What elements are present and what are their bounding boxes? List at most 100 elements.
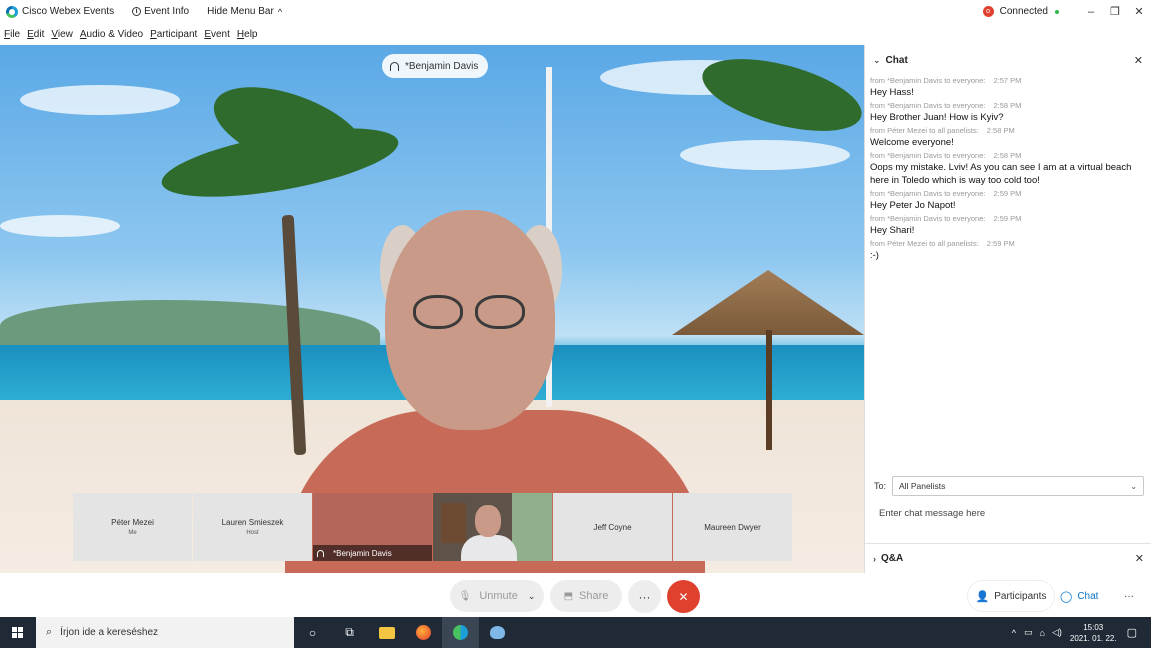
chat-header[interactable]: ⌄ Chat ✕ xyxy=(865,45,1151,75)
minimize-button[interactable]: – xyxy=(1079,6,1103,18)
participant-tile[interactable]: Péter Mezei Me xyxy=(73,493,192,561)
message-time: 2:58 PM xyxy=(993,151,1022,160)
end-meeting-button[interactable]: ✕ xyxy=(667,580,700,613)
chat-message: from *Benjamin Davis to everyone: 2:59 PM… xyxy=(865,188,1151,212)
message-text: Hey Shari! xyxy=(870,225,915,236)
message-text: Hey Hass! xyxy=(870,87,914,98)
connection-status-icon[interactable]: o xyxy=(982,6,994,17)
cortana-icon[interactable]: ○ xyxy=(294,617,331,648)
app-title: Cisco Webex Events xyxy=(22,6,115,17)
chat-panel: ⌄ Chat ✕ from *Benjamin Davis to everyon… xyxy=(864,45,1151,573)
chevron-up-icon[interactable]: ^ xyxy=(1012,628,1016,638)
webex-taskbar-icon[interactable] xyxy=(442,617,479,648)
notifications-icon[interactable]: ▢ xyxy=(1127,626,1137,639)
message-sender: from *Benjamin Davis to everyone: xyxy=(870,214,986,223)
firefox-icon[interactable] xyxy=(405,617,442,648)
message-text: Hey Peter Jo Napot! xyxy=(870,200,956,211)
message-sender: from *Benjamin Davis to everyone: xyxy=(870,151,986,160)
clock-time: 15:03 xyxy=(1083,622,1104,632)
message-time: 2:59 PM xyxy=(993,214,1022,223)
menu-bar: File Edit View Audio & Video Participant… xyxy=(0,23,1151,45)
restore-button[interactable]: ❐ xyxy=(1103,5,1127,18)
message-time: 2:58 PM xyxy=(993,101,1022,110)
participant-name: Lauren Smieszek xyxy=(221,518,284,527)
headset-icon xyxy=(390,61,399,71)
close-chat-icon[interactable]: ✕ xyxy=(1134,54,1143,67)
participant-tile[interactable]: Lauren Smieszek Host xyxy=(193,493,312,561)
participant-video-tile[interactable] xyxy=(433,493,552,561)
windows-logo-icon xyxy=(12,626,24,639)
unmute-button[interactable]: 🎙 Unmute ⌄ xyxy=(450,580,544,612)
participant-name: Péter Mezei xyxy=(111,518,154,527)
menu-help[interactable]: Help xyxy=(237,29,258,40)
menu-participant[interactable]: Participant xyxy=(150,29,197,40)
cloud xyxy=(680,140,850,170)
chat-message-input[interactable] xyxy=(879,505,1139,521)
menu-file[interactable]: File xyxy=(4,29,20,40)
chevron-down-icon: ⌄ xyxy=(1130,481,1138,491)
recipient-select[interactable]: All Panelists ⌄ xyxy=(892,476,1145,496)
chevron-down-icon[interactable]: ⌄ xyxy=(873,55,881,66)
headset-icon xyxy=(317,549,324,557)
more-panels-button[interactable]: ··· xyxy=(1118,581,1140,611)
close-qa-icon[interactable]: ✕ xyxy=(1135,552,1144,565)
message-text: Welcome everyone! xyxy=(870,137,954,148)
network-icon[interactable]: ⌂ xyxy=(1040,628,1045,638)
chat-message: from Péter Mezei to all panelists: 2:59 P… xyxy=(865,238,1151,262)
battery-icon[interactable]: ▭ xyxy=(1024,627,1033,638)
cloud xyxy=(20,85,180,115)
hide-menu-bar-button[interactable]: Hide Menu Bar ^ xyxy=(207,6,282,17)
message-sender: from *Benjamin Davis to everyone: xyxy=(870,189,986,198)
webex-logo-icon xyxy=(6,5,18,18)
participant-tile[interactable]: Maureen Dwyer xyxy=(673,493,792,561)
start-button[interactable] xyxy=(0,617,36,648)
chat-toggle-label: Chat xyxy=(1077,590,1099,602)
search-icon: ⌕ xyxy=(46,626,53,638)
participants-button[interactable]: 👤 Participants xyxy=(968,581,1054,611)
chat-toggle-button[interactable]: ◯ Chat xyxy=(1060,581,1110,611)
taskbar-clock[interactable]: 15:03 2021. 01. 22. xyxy=(1070,622,1117,644)
taskbar-search[interactable]: ⌕ Írjon ide a kereséshez xyxy=(36,617,294,648)
close-window-button[interactable]: ✕ xyxy=(1127,5,1151,18)
participant-tile[interactable]: Jeff Coyne xyxy=(553,493,672,561)
window xyxy=(512,493,552,561)
task-view-icon[interactable]: ⧉ xyxy=(331,617,368,648)
chevron-right-icon[interactable]: › xyxy=(873,554,876,564)
chat-recipient-row: To: All Panelists ⌄ xyxy=(865,475,1151,497)
microphone-muted-icon: 🎙 xyxy=(458,590,472,602)
message-time: 2:57 PM xyxy=(993,76,1022,85)
glasses xyxy=(413,295,528,330)
chat-message: from *Benjamin Davis to everyone: 2:58 PM… xyxy=(865,150,1151,187)
bookshelf xyxy=(441,503,466,543)
message-time: 2:58 PM xyxy=(986,126,1015,135)
paint-icon[interactable] xyxy=(479,617,516,648)
chevron-down-icon[interactable]: ⌄ xyxy=(528,591,536,602)
participant-filmstrip: Péter Mezei Me Lauren Smieszek Host Jeff… xyxy=(73,493,793,561)
menu-event[interactable]: Event xyxy=(204,29,230,40)
message-sender: from *Benjamin Davis to everyone: xyxy=(870,76,986,85)
menu-audio-video[interactable]: Audio & Video xyxy=(80,29,143,40)
participant-body xyxy=(461,535,517,561)
cloud xyxy=(0,215,120,237)
info-icon: i xyxy=(132,7,142,16)
chat-title: Chat xyxy=(885,54,908,66)
event-info-button[interactable]: i Event Info xyxy=(132,6,189,17)
menu-view[interactable]: View xyxy=(51,29,73,40)
palm-leaves xyxy=(695,45,864,146)
chat-message: from *Benjamin Davis to everyone: 2:58 PM… xyxy=(865,100,1151,124)
volume-icon[interactable]: ◁) xyxy=(1052,627,1062,638)
qa-panel-header[interactable]: › Q&A ✕ xyxy=(865,543,1151,573)
meeting-controls: 🎙 Unmute ⌄ ⬒ Share ··· ✕ 👤 Participants … xyxy=(0,573,1151,617)
menu-edit[interactable]: Edit xyxy=(27,29,44,40)
participant-name: Jeff Coyne xyxy=(593,522,632,532)
message-time: 2:59 PM xyxy=(986,239,1015,248)
title-bar: Cisco Webex Events i Event Info Hide Men… xyxy=(0,0,1151,23)
system-tray: ^ ▭ ⌂ ◁) 15:03 2021. 01. 22. ▢ xyxy=(1012,617,1151,648)
more-options-button[interactable]: ··· xyxy=(628,580,661,613)
share-button[interactable]: ⬒ Share xyxy=(550,580,622,612)
share-label: Share xyxy=(579,590,609,602)
message-text: Oops my mistake. Lviv! As you can see I … xyxy=(870,162,1132,186)
glasses-lens xyxy=(475,295,525,329)
file-explorer-icon[interactable] xyxy=(368,617,405,648)
share-icon: ⬒ xyxy=(563,590,574,602)
